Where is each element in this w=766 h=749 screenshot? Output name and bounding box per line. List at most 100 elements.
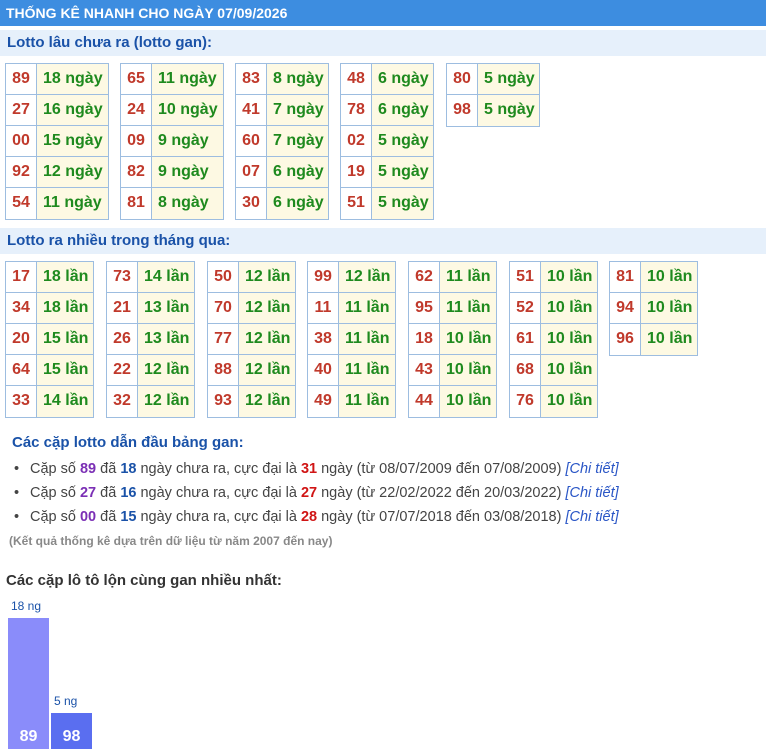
lotto-number: 00 (6, 126, 37, 156)
freq-row[interactable]: 99 12 lần (308, 262, 395, 293)
freq-row[interactable]: 21 13 lần (107, 293, 194, 324)
lotto-number: 80 (447, 64, 478, 94)
gan-row[interactable]: 30 6 ngày (236, 188, 328, 219)
gan-row[interactable]: 82 9 ngày (121, 157, 223, 188)
freq-group: 99 12 lần 11 11 lần 38 11 lần 40 11 lần 49 11 lần (307, 261, 396, 418)
freq-row[interactable]: 76 10 lần (510, 386, 597, 417)
gan-row[interactable]: 81 8 ngày (121, 188, 223, 219)
gan-group: 80 5 ngày 98 5 ngày (446, 63, 540, 127)
gan-row[interactable]: 07 6 ngày (236, 157, 328, 188)
freq-section-title: Lotto ra nhiều trong tháng qua: (0, 228, 766, 254)
lotto-number: 41 (236, 95, 267, 125)
freq-row[interactable]: 34 18 lần (6, 293, 93, 324)
freq-row[interactable]: 20 15 lần (6, 324, 93, 355)
freq-row[interactable]: 50 12 lần (208, 262, 295, 293)
times-count: 10 lần (641, 262, 697, 292)
lotto-number: 22 (107, 355, 138, 385)
lotto-number: 43 (409, 355, 440, 385)
gan-row[interactable]: 92 12 ngày (6, 157, 108, 188)
freq-row[interactable]: 44 10 lần (409, 386, 496, 417)
pair-item: • Cặp số 00 đã 15 ngày chưa ra, cực đại l… (14, 506, 619, 530)
days-count: 8 ngày (267, 64, 328, 94)
gan-row[interactable]: 09 9 ngày (121, 126, 223, 157)
freq-row[interactable]: 70 12 lần (208, 293, 295, 324)
freq-row[interactable]: 81 10 lần (610, 262, 697, 293)
gan-row[interactable]: 41 7 ngày (236, 95, 328, 126)
times-count: 11 lần (339, 386, 395, 417)
gan-row[interactable]: 54 11 ngày (6, 188, 108, 219)
freq-row[interactable]: 33 14 lần (6, 386, 93, 417)
freq-row[interactable]: 49 11 lần (308, 386, 395, 417)
days-count: 7 ngày (267, 126, 328, 156)
times-count: 10 lần (541, 355, 597, 385)
days-count: 6 ngày (372, 64, 433, 94)
gan-row[interactable]: 48 6 ngày (341, 64, 433, 95)
freq-row[interactable]: 11 11 lần (308, 293, 395, 324)
detail-link[interactable]: [Chi tiết] (565, 461, 618, 477)
gan-row[interactable]: 98 5 ngày (447, 95, 539, 126)
detail-link[interactable]: [Chi tiết] (565, 485, 618, 501)
gan-row[interactable]: 27 16 ngày (6, 95, 108, 126)
gan-row[interactable]: 24 10 ngày (121, 95, 223, 126)
times-count: 11 lần (339, 355, 395, 385)
bullet-icon: • (14, 509, 20, 525)
freq-row[interactable]: 96 10 lần (610, 324, 697, 355)
pair-text: ngày chưa ra, cực đại là (136, 461, 301, 477)
pair-text: Cặp số (30, 485, 80, 501)
freq-row[interactable]: 88 12 lần (208, 355, 295, 386)
lotto-number: 32 (107, 386, 138, 417)
pair-text: ngày (từ 08/07/2009 đến 07/08/2009) (317, 461, 566, 477)
lotto-number: 81 (610, 262, 641, 292)
lotto-number: 73 (107, 262, 138, 292)
days-count: 6 ngày (372, 95, 433, 125)
lotto-number: 21 (107, 293, 138, 323)
freq-row[interactable]: 26 13 lần (107, 324, 194, 355)
freq-row[interactable]: 94 10 lần (610, 293, 697, 324)
gan-row[interactable]: 80 5 ngày (447, 64, 539, 95)
gan-row[interactable]: 89 18 ngày (6, 64, 108, 95)
lotto-number: 77 (208, 324, 239, 354)
freq-row[interactable]: 38 11 lần (308, 324, 395, 355)
gan-row[interactable]: 51 5 ngày (341, 188, 433, 219)
freq-row[interactable]: 40 11 lần (308, 355, 395, 386)
lotto-number: 76 (510, 386, 541, 417)
freq-row[interactable]: 52 10 lần (510, 293, 597, 324)
gan-row[interactable]: 65 11 ngày (121, 64, 223, 95)
freq-row[interactable]: 77 12 lần (208, 324, 295, 355)
gan-row[interactable]: 00 15 ngày (6, 126, 108, 157)
gan-row[interactable]: 83 8 ngày (236, 64, 328, 95)
freq-row[interactable]: 32 12 lần (107, 386, 194, 417)
gan-row[interactable]: 60 7 ngày (236, 126, 328, 157)
days-count: 18 ngày (37, 64, 108, 94)
freq-row[interactable]: 61 10 lần (510, 324, 597, 355)
lotto-number: 62 (409, 262, 440, 292)
freq-row[interactable]: 93 12 lần (208, 386, 295, 417)
freq-row[interactable]: 43 10 lần (409, 355, 496, 386)
freq-row[interactable]: 73 14 lần (107, 262, 194, 293)
freq-row[interactable]: 95 11 lần (409, 293, 496, 324)
lotto-number: 18 (409, 324, 440, 354)
freq-row[interactable]: 64 15 lần (6, 355, 93, 386)
freq-row[interactable]: 17 18 lần (6, 262, 93, 293)
freq-row[interactable]: 51 10 lần (510, 262, 597, 293)
lotto-number: 60 (236, 126, 267, 156)
freq-row[interactable]: 18 10 lần (409, 324, 496, 355)
freq-row[interactable]: 62 11 lần (409, 262, 496, 293)
gan-row[interactable]: 78 6 ngày (341, 95, 433, 126)
gan-row[interactable]: 19 5 ngày (341, 157, 433, 188)
pair-text: ngày (từ 07/07/2018 đến 03/08/2018) (317, 509, 566, 525)
lotto-number: 30 (236, 188, 267, 219)
freq-row[interactable]: 68 10 lần (510, 355, 597, 386)
pair-text: ngày chưa ra, cực đại là (136, 485, 301, 501)
freq-row[interactable]: 22 12 lần (107, 355, 194, 386)
chart-bar: 98 (51, 713, 92, 749)
times-count: 13 lần (138, 324, 194, 354)
lotto-number: 02 (341, 126, 372, 156)
lotto-number: 11 (308, 293, 339, 323)
detail-link[interactable]: [Chi tiết] (565, 509, 618, 525)
pair-item: • Cặp số 27 đã 16 ngày chưa ra, cực đại l… (14, 482, 619, 506)
days-count: 5 ngày (372, 188, 433, 219)
gan-row[interactable]: 02 5 ngày (341, 126, 433, 157)
lotto-number: 49 (308, 386, 339, 417)
lotto-number: 38 (308, 324, 339, 354)
